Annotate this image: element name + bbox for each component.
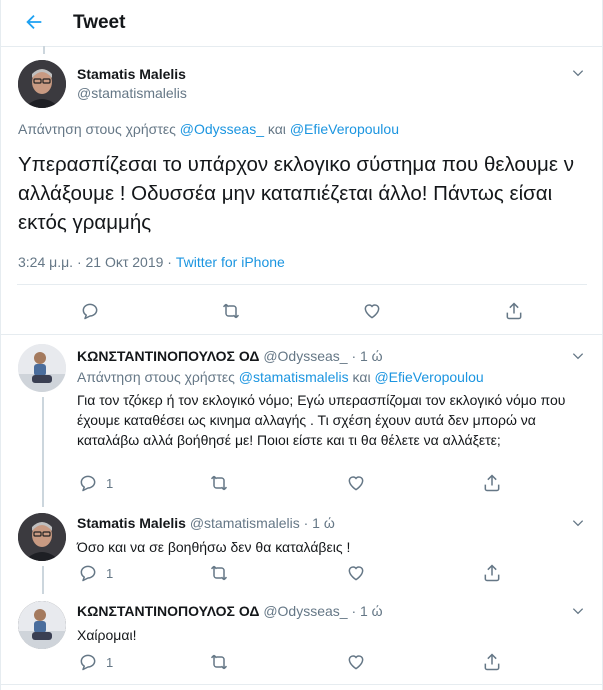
- reply-context: Απάντηση στους χρήστες @Odysseas_ και @E…: [18, 121, 399, 137]
- thread-connector: [43, 46, 45, 54]
- share-icon[interactable]: [482, 473, 502, 493]
- reply-age[interactable]: · 1 ώ: [351, 348, 382, 364]
- heart-icon[interactable]: [346, 473, 366, 493]
- tweet-text: Όσο και να σε βοηθήσω δεν θα καταλάβεις …: [77, 539, 351, 555]
- reply-count: 1: [106, 476, 114, 491]
- reply-bubble-icon[interactable]: [78, 652, 98, 672]
- thread-line: [42, 566, 44, 594]
- reply-age[interactable]: · 1 ώ: [304, 515, 335, 531]
- conjunction: και: [352, 369, 371, 385]
- heart-icon[interactable]: [362, 301, 382, 321]
- chevron-down-icon[interactable]: [571, 66, 585, 80]
- chevron-down-icon[interactable]: [571, 349, 585, 363]
- mention-link[interactable]: @stamatismalelis: [239, 369, 349, 385]
- divider: [1, 334, 602, 335]
- reply-prefix: Απάντηση στους χρήστες: [18, 121, 176, 137]
- divider: [1, 684, 602, 685]
- avatar[interactable]: [18, 60, 66, 108]
- share-icon[interactable]: [482, 563, 502, 583]
- conjunction: και: [267, 121, 286, 137]
- reply-header: ΚΩΝΣΤΑΝΤΙΝΟΠΟΥΛΟΣ ΟΔ @Odysseas_ · 1 ώ: [77, 348, 383, 364]
- author-name[interactable]: ΚΩΝΣΤΑΝΤΙΝΟΠΟΥΛΟΣ ΟΔ: [77, 348, 259, 364]
- reply-count: 1: [106, 566, 114, 581]
- share-icon[interactable]: [504, 301, 524, 321]
- reply-context: Απάντηση στους χρήστες @stamatismalelis …: [77, 369, 484, 385]
- tweet-text: Υπερασπίζεσαι το υπάρχον εκλογικο σύστημ…: [18, 153, 574, 234]
- tweet-timestamp[interactable]: 3:24 μ.μ. · 21 Οκτ 2019 ·: [18, 254, 172, 270]
- author-name[interactable]: ΚΩΝΣΤΑΝΤΙΝΟΠΟΥΛΟΣ ΟΔ: [77, 603, 259, 619]
- retweet-icon[interactable]: [209, 473, 229, 493]
- author-name[interactable]: Stamatis Malelis: [77, 515, 186, 531]
- share-icon[interactable]: [482, 652, 502, 672]
- thread-line: [42, 397, 44, 507]
- mention-link[interactable]: @Odysseas_: [180, 121, 264, 137]
- author-name[interactable]: Stamatis Malelis: [77, 66, 186, 82]
- reply-header: ΚΩΝΣΤΑΝΤΙΝΟΠΟΥΛΟΣ ΟΔ @Odysseas_ · 1 ώ: [77, 603, 383, 619]
- arrow-left-icon[interactable]: [23, 11, 45, 33]
- reply-bubble-icon[interactable]: [78, 563, 98, 583]
- heart-icon[interactable]: [346, 652, 366, 672]
- chevron-down-icon[interactable]: [571, 516, 585, 530]
- avatar[interactable]: [18, 601, 66, 649]
- author-handle[interactable]: @Odysseas_: [263, 603, 347, 619]
- retweet-icon[interactable]: [209, 563, 229, 583]
- tweet-text: Χαίρομαι!: [77, 627, 137, 643]
- mention-link[interactable]: @EfieVeropoulou: [374, 369, 483, 385]
- reply-header: Stamatis Malelis @stamatismalelis · 1 ώ: [77, 515, 335, 531]
- reply-bubble-icon[interactable]: [80, 301, 100, 321]
- author-handle[interactable]: @Odysseas_: [263, 348, 347, 364]
- chevron-down-icon[interactable]: [571, 604, 585, 618]
- reply-prefix: Απάντηση στους χρήστες: [77, 369, 235, 385]
- avatar[interactable]: [18, 344, 66, 392]
- tweet-meta: 3:24 μ.μ. · 21 Οκτ 2019 · Twitter for iP…: [18, 254, 285, 270]
- tweet-page: Tweet Stamatis Malelis @stamatismalelis …: [0, 0, 603, 690]
- reply-bubble-icon[interactable]: [78, 473, 98, 493]
- page-title: Tweet: [73, 12, 126, 33]
- reply-count: 1: [106, 655, 114, 670]
- page-header: Tweet: [1, 0, 602, 47]
- author-handle[interactable]: @stamatismalelis: [77, 85, 187, 101]
- tweet-source[interactable]: Twitter for iPhone: [176, 254, 285, 270]
- heart-icon[interactable]: [346, 563, 366, 583]
- retweet-icon[interactable]: [221, 301, 241, 321]
- tweet-text: Για τον τζόκερ ή τον εκλογικό νόμο; Εγώ …: [77, 392, 566, 448]
- avatar[interactable]: [18, 513, 66, 561]
- author-handle[interactable]: @stamatismalelis: [190, 515, 300, 531]
- reply-age[interactable]: · 1 ώ: [351, 603, 382, 619]
- retweet-icon[interactable]: [209, 652, 229, 672]
- mention-link[interactable]: @EfieVeropoulou: [290, 121, 399, 137]
- divider: [17, 284, 587, 285]
